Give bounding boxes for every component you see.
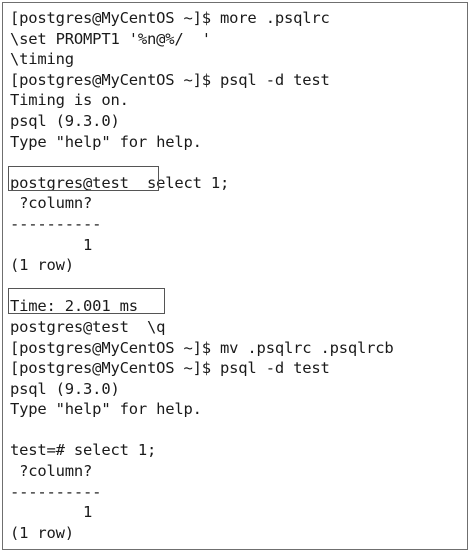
terminal-line: ----------	[10, 482, 102, 501]
terminal-line: test=# select 1;	[10, 441, 157, 460]
terminal-line: [postgres@MyCentOS ~]$ more .psqlrc	[10, 9, 330, 27]
terminal-line: Timing is on.	[10, 91, 129, 110]
terminal-line: psql (9.3.0)	[10, 111, 120, 130]
terminal-line: \set PROMPT1 '%n@%/ '	[10, 29, 211, 48]
terminal-line: 1	[10, 503, 93, 522]
terminal-line: [postgres@MyCentOS ~]$ psql -d test	[10, 359, 330, 378]
terminal-line: [postgres@MyCentOS ~]$ mv .psqlrc .psqlr…	[10, 338, 394, 357]
timing-line: Time: 2.001 ms	[10, 297, 138, 316]
terminal-line: ----------	[10, 214, 102, 233]
terminal-line: ?column?	[10, 462, 93, 481]
terminal-window[interactable]: [postgres@MyCentOS ~]$ more .psqlrc \set…	[2, 2, 468, 550]
terminal-line: Type "help" for help.	[10, 132, 202, 151]
prompt-line-custom: postgres@test select 1;	[10, 173, 230, 192]
terminal-line: Type "help" for help.	[10, 400, 202, 419]
terminal-line: psql (9.3.0)	[10, 379, 120, 398]
terminal-line: \timing	[10, 50, 74, 69]
terminal-line: (1 row)	[10, 523, 74, 542]
terminal-line: ?column?	[10, 194, 93, 213]
terminal-line: postgres@test \q	[10, 317, 166, 336]
terminal-output: [postgres@MyCentOS ~]$ more .psqlrc \set…	[10, 8, 463, 543]
terminal-line: 1	[10, 235, 93, 254]
terminal-line: (1 row)	[10, 256, 74, 275]
terminal-line: [postgres@MyCentOS ~]$ psql -d test	[10, 70, 330, 89]
